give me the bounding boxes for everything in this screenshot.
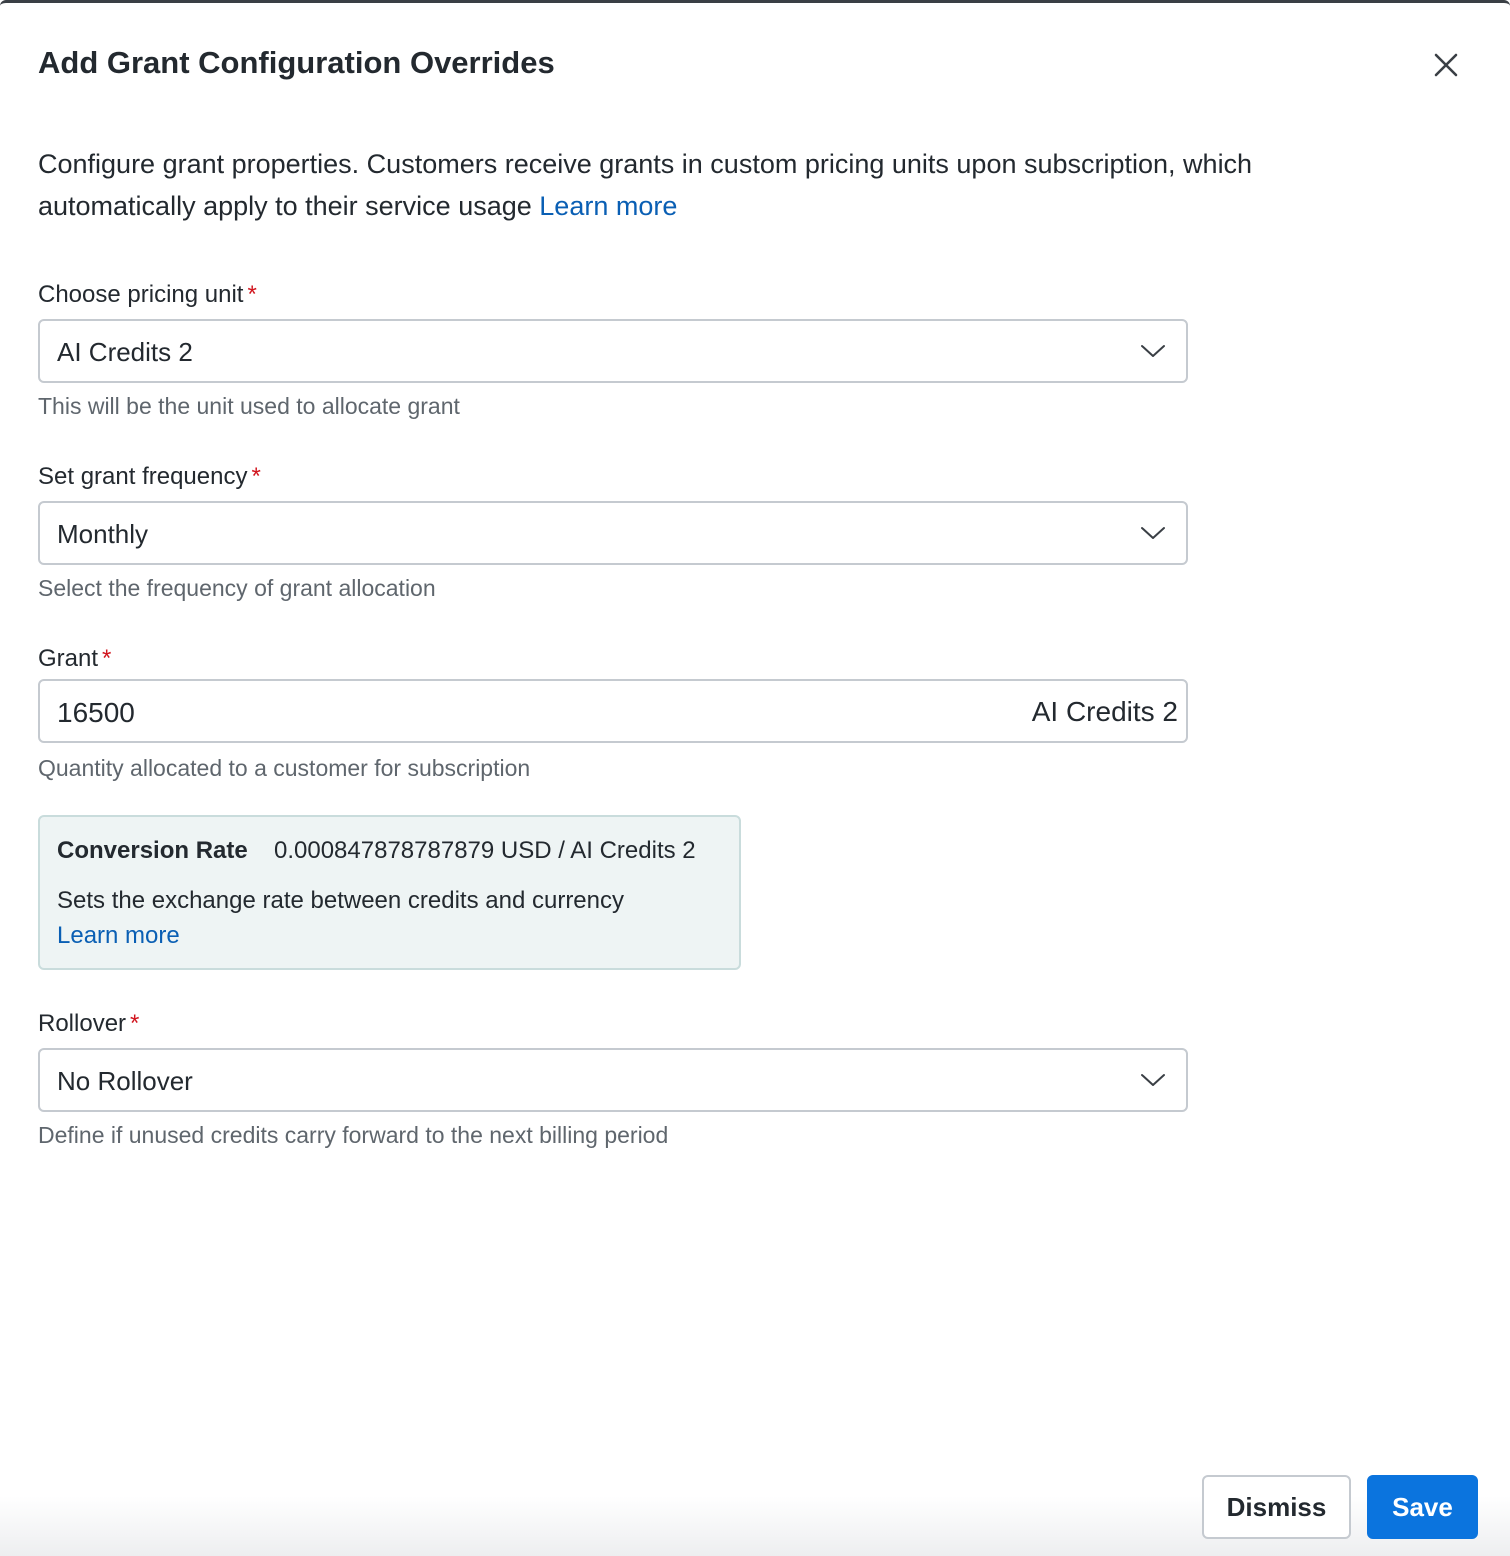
rollover-label-text: Rollover — [38, 1010, 127, 1037]
pricing-unit-value: AI Credits 2 — [57, 337, 193, 367]
chevron-down-icon — [1141, 345, 1165, 357]
rollover-help: Define if unused credits carry forward t… — [38, 1122, 669, 1148]
required-marker: * — [130, 1010, 140, 1037]
frequency-label-text: Set grant frequency — [38, 463, 248, 490]
required-marker: * — [251, 463, 261, 490]
conversion-rate-label: Conversion Rate — [57, 837, 248, 864]
grant-input[interactable]: 16500 AI Credits 2 — [38, 679, 1188, 743]
pricing-unit-help: This will be the unit used to allocate g… — [38, 393, 460, 419]
frequency-value: Monthly — [57, 519, 149, 549]
conversion-learn-more-link[interactable]: Learn more — [57, 922, 180, 950]
rollover-label: Rollover * — [38, 1010, 139, 1038]
rollover-value: No Rollover — [57, 1066, 193, 1096]
frequency-help: Select the frequency of grant allocation — [38, 575, 436, 601]
frequency-label: Set grant frequency * — [38, 463, 261, 491]
intro-paragraph: Configure grant properties. Customers re… — [38, 143, 1398, 227]
grant-config-modal: Add Grant Configuration Overrides Config… — [0, 0, 1510, 1556]
chevron-down-icon — [1141, 1074, 1165, 1086]
conversion-rate-description: Sets the exchange rate between credits a… — [57, 887, 624, 914]
close-button[interactable] — [1428, 47, 1464, 83]
required-marker: * — [102, 645, 112, 672]
grant-label: Grant * — [38, 645, 111, 673]
dismiss-button[interactable]: Dismiss — [1202, 1475, 1351, 1539]
pricing-unit-label-text: Choose pricing unit — [38, 281, 244, 308]
conversion-rate-value: 0.000847878787879 USD / AI Credits 2 — [274, 837, 696, 864]
intro-learn-more-link[interactable]: Learn more — [539, 191, 677, 221]
pricing-unit-select[interactable]: AI Credits 2 — [38, 319, 1188, 383]
close-icon — [1434, 53, 1458, 77]
rollover-select[interactable]: No Rollover — [38, 1048, 1188, 1112]
grant-unit-suffix: AI Credits 2 — [1031, 696, 1178, 727]
grant-value: 16500 — [57, 697, 135, 728]
modal-title: Add Grant Configuration Overrides — [38, 45, 555, 80]
pricing-unit-label: Choose pricing unit * — [38, 281, 257, 309]
conversion-rate-box: Conversion Rate 0.000847878787879 USD / … — [38, 815, 741, 970]
frequency-select[interactable]: Monthly — [38, 501, 1188, 565]
chevron-down-icon — [1141, 527, 1165, 539]
grant-help: Quantity allocated to a customer for sub… — [38, 755, 531, 781]
required-marker: * — [247, 281, 257, 308]
save-button[interactable]: Save — [1367, 1475, 1478, 1539]
grant-label-text: Grant — [38, 645, 99, 672]
